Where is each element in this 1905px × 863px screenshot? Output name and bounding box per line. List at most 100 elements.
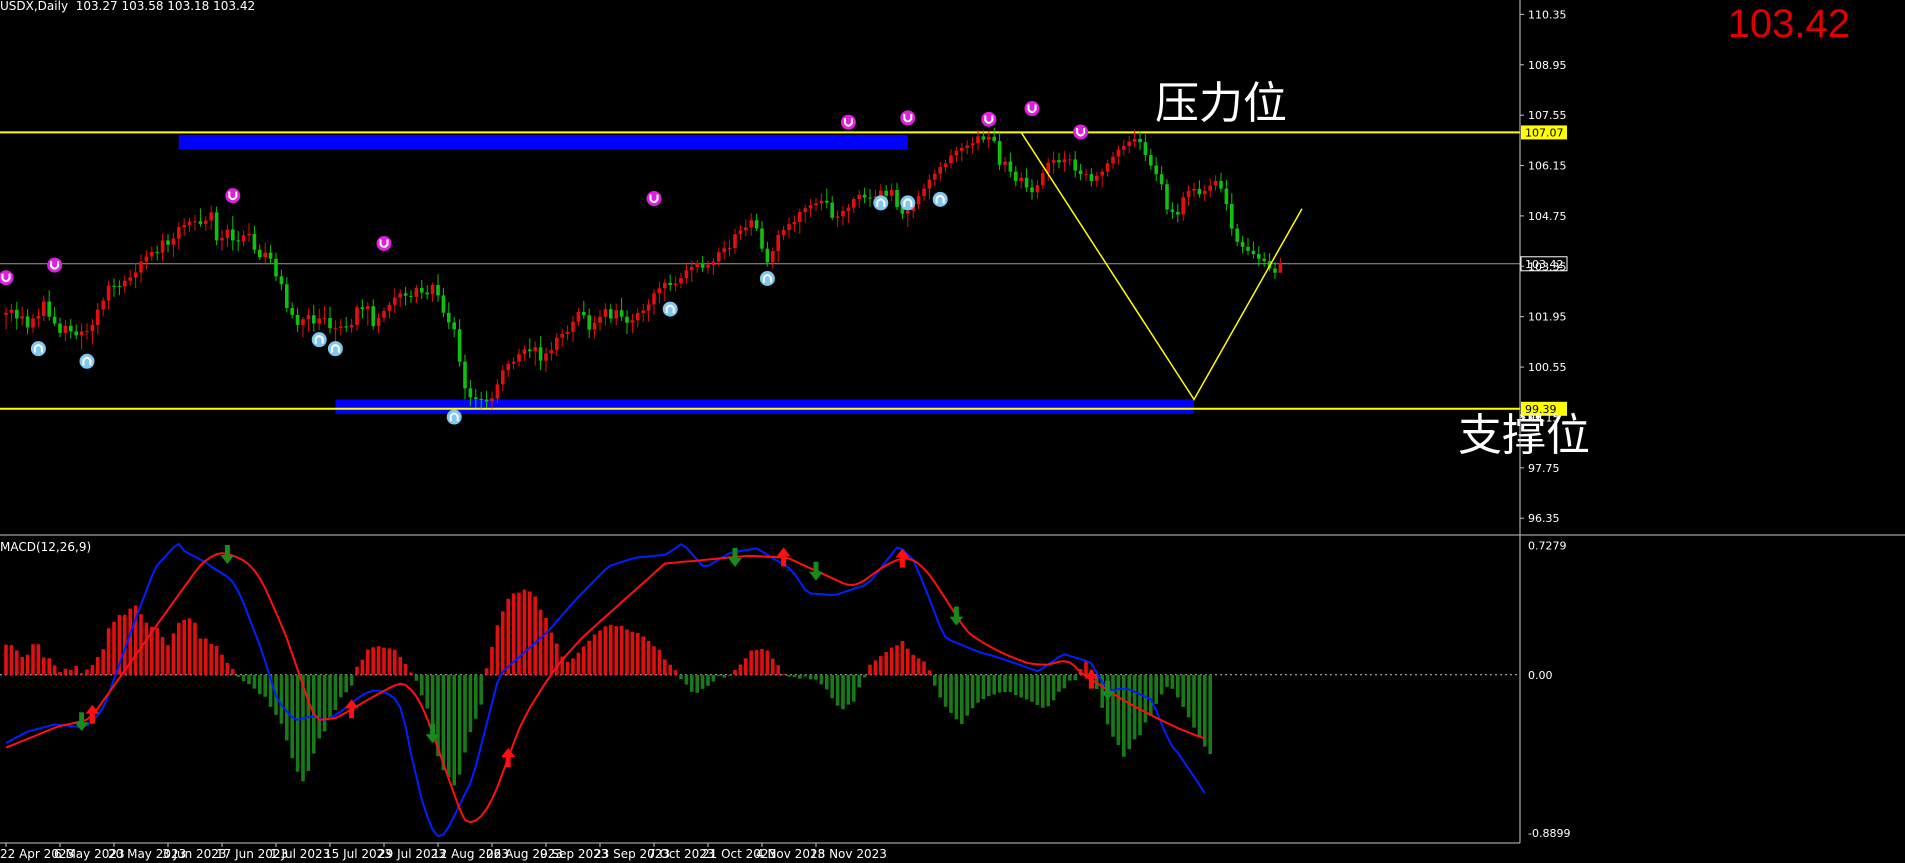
- macd-histogram-bar: [754, 650, 759, 675]
- macd-histogram-bar: [231, 668, 235, 675]
- candle-body: [1062, 159, 1067, 163]
- macd-histogram-bar: [835, 674, 840, 706]
- y-tick-label: 108.95: [1528, 59, 1567, 72]
- candle-body: [981, 136, 986, 140]
- y-tick-label: 110.35: [1528, 8, 1567, 21]
- macd-histogram-bar: [204, 638, 208, 675]
- candle-body: [457, 329, 462, 362]
- candle-body: [825, 200, 829, 203]
- macd-histogram-bar: [376, 646, 381, 675]
- macd-histogram-bar: [619, 625, 624, 675]
- macd-histogram-bar: [906, 648, 910, 675]
- candle-body: [846, 207, 851, 211]
- macd-histogram-bar: [328, 674, 332, 720]
- macd-histogram-bar: [225, 662, 230, 675]
- candle-body: [1073, 159, 1077, 171]
- candle-body: [862, 194, 867, 198]
- macd-histogram-bar: [36, 644, 41, 675]
- candle-body: [1122, 146, 1126, 150]
- macd-histogram-bar: [792, 674, 797, 678]
- macd-histogram-bar: [42, 657, 46, 675]
- macd-histogram-bar: [9, 645, 14, 675]
- candle-body: [252, 233, 257, 250]
- macd-histogram-bar: [177, 622, 181, 675]
- macd-histogram-bar: [997, 674, 1002, 693]
- candle-body: [1138, 138, 1142, 143]
- candle-body: [652, 293, 656, 305]
- macd-histogram-bar: [922, 661, 926, 675]
- candle-body: [344, 326, 348, 328]
- macd-histogram-bar: [987, 674, 991, 697]
- candle-body: [393, 297, 397, 305]
- macd-histogram-bar: [96, 657, 100, 675]
- macd-histogram-bar: [614, 626, 618, 675]
- macd-histogram-bar: [25, 654, 30, 675]
- down-fractal-marker: [30, 341, 46, 357]
- candle-body: [776, 234, 780, 252]
- macd-histogram-bar: [468, 674, 473, 733]
- candle-body: [727, 247, 732, 249]
- macd-histogram-bar: [830, 674, 834, 699]
- macd-histogram-bar: [414, 674, 419, 681]
- zone-resistance: [178, 134, 908, 150]
- candle-body: [177, 227, 181, 239]
- candle-body: [663, 282, 667, 289]
- y-tick-label: 106.15: [1528, 160, 1567, 173]
- macd-histogram-bar: [744, 658, 748, 675]
- macd-histogram-bar: [382, 647, 386, 675]
- candle-body: [711, 261, 716, 265]
- candle-body: [166, 240, 170, 245]
- macd-histogram-bar: [544, 617, 548, 675]
- candle-body: [679, 278, 683, 284]
- candle-body: [549, 350, 554, 354]
- macd-histogram-bar: [992, 674, 996, 695]
- candle-body: [587, 315, 591, 330]
- macd-histogram-bar: [1046, 674, 1050, 707]
- macd-histogram-bar: [1073, 674, 1077, 681]
- candle-body: [1024, 177, 1029, 188]
- price-chart[interactable]: 压力位支撑位 107.0799.39103.42110.35108.95107.…: [0, 0, 1905, 863]
- up-fractal-marker: [900, 110, 916, 126]
- candle-body: [1003, 161, 1007, 165]
- candle-body: [1030, 187, 1034, 193]
- macd-histogram-bar: [565, 661, 570, 675]
- macd-histogram-bar: [911, 654, 915, 675]
- candle-body: [555, 337, 559, 351]
- macd-histogram-bar: [700, 674, 705, 689]
- candle-body: [1154, 165, 1158, 175]
- macd-histogram-bar: [738, 664, 743, 675]
- candle-body: [247, 233, 251, 236]
- price-pane: 压力位支撑位: [0, 78, 1590, 461]
- candle-body: [317, 318, 321, 324]
- ohlc-values: 103.27 103.58 103.18 103.42: [75, 0, 256, 13]
- macd-histogram-bar: [1192, 674, 1196, 728]
- macd-histogram-bar: [825, 674, 829, 690]
- candle-body: [517, 354, 521, 362]
- macd-histogram-bar: [1014, 674, 1018, 696]
- candle-body: [1181, 197, 1185, 215]
- down-fractal-marker: [759, 271, 775, 287]
- macd-histogram-bar: [214, 646, 219, 675]
- candle-body: [479, 399, 483, 401]
- candle-body: [1262, 258, 1266, 261]
- candle-body: [117, 286, 122, 288]
- macd-histogram-bar: [819, 674, 824, 685]
- candle-body: [301, 319, 305, 325]
- candle-body: [112, 285, 116, 287]
- candle-body: [1235, 228, 1239, 242]
- candle-body: [1035, 185, 1040, 193]
- candle-body: [630, 320, 635, 323]
- down-fractal-marker: [446, 409, 462, 425]
- candle-body: [668, 282, 672, 286]
- candle-body: [592, 322, 597, 330]
- macd-histogram-bar: [1149, 674, 1153, 717]
- candle-body: [85, 331, 89, 333]
- macd-histogram-bar: [452, 674, 456, 786]
- macd-histogram-bar: [528, 591, 532, 675]
- macd-histogram-bar: [155, 628, 159, 675]
- macd-histogram-bar: [690, 674, 694, 692]
- candle-body: [128, 277, 132, 281]
- candle-body: [1105, 163, 1110, 172]
- candle-body: [447, 312, 451, 323]
- candle-body: [42, 301, 46, 316]
